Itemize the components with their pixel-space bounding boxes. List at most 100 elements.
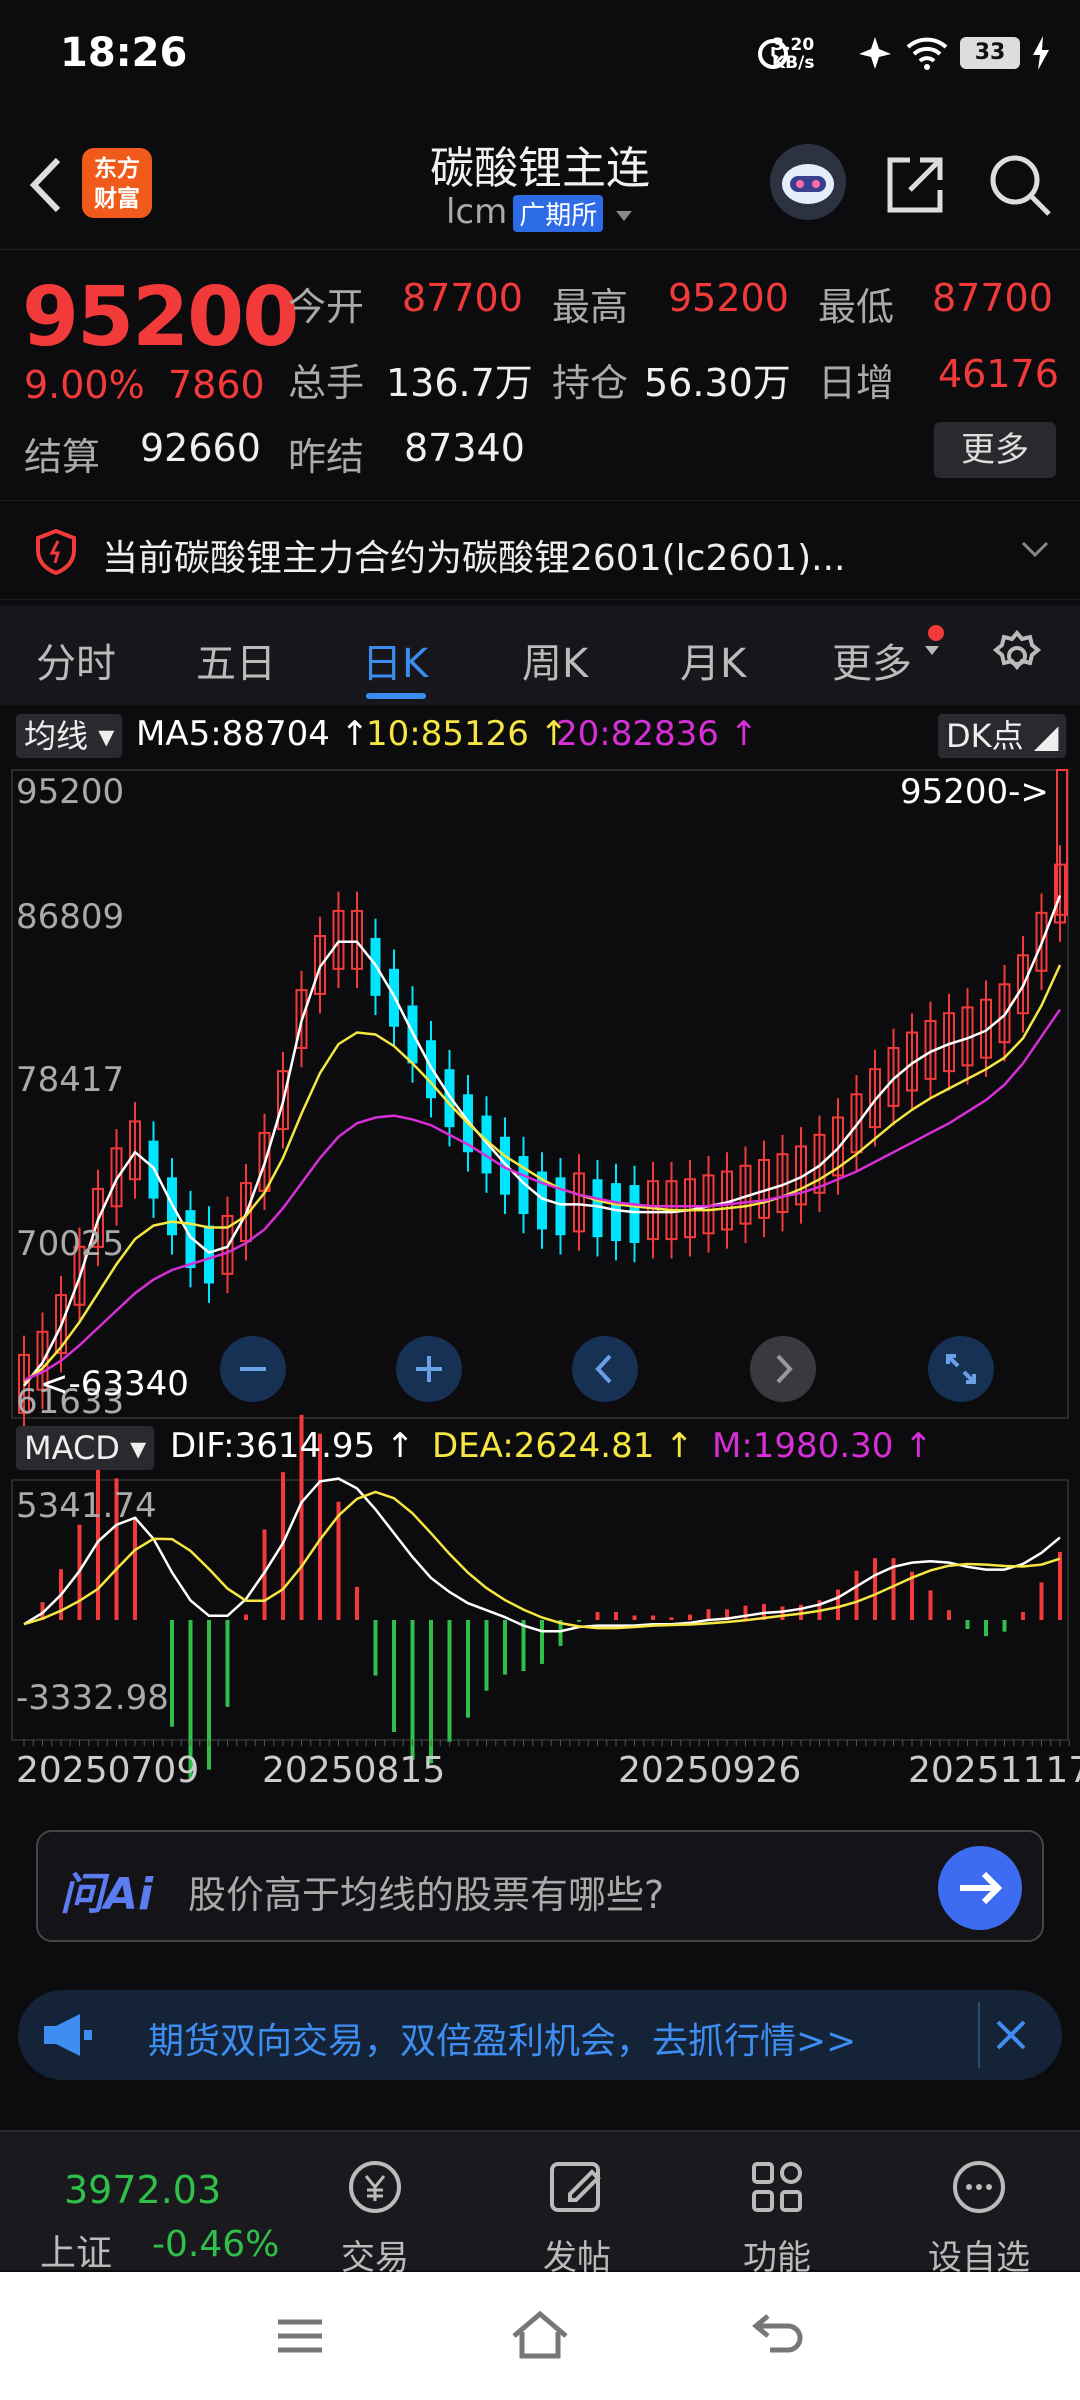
battery-indicator: 33	[960, 37, 1020, 69]
caret-down-icon	[616, 211, 633, 221]
airplane-icon	[859, 37, 891, 69]
kline-chart-area[interactable]: 均线 ▾ MA5:88704 ↑ 10:85126 ↑ 20:82836 ↑ D…	[0, 710, 1080, 1800]
date-label: 20251117	[908, 1750, 1080, 1791]
low-label: 最低	[818, 285, 895, 329]
pan-left-button[interactable]	[572, 1336, 638, 1402]
high-value: 95200	[668, 276, 789, 320]
new-indicator-dot	[928, 625, 944, 641]
prev-settle-label: 昨结	[288, 435, 365, 479]
oi-label: 持仓	[552, 361, 629, 405]
chevron-down-icon	[1021, 541, 1049, 558]
yen-exchange-icon	[349, 2161, 401, 2213]
wifi-icon	[906, 37, 948, 70]
date-label: 20250709	[16, 1750, 200, 1791]
high-label: 最高	[552, 285, 629, 329]
low-value: 87700	[932, 276, 1053, 320]
zoom-in-button[interactable]	[396, 1336, 462, 1402]
ai-logo: 问Ai	[60, 1869, 154, 1920]
last-price: 95200	[22, 270, 299, 365]
price-axis-label: 78417	[16, 1060, 125, 1100]
menu-icon[interactable]	[272, 2312, 328, 2360]
price-axis-label: 86809	[16, 897, 125, 937]
tab-monthly-k[interactable]: 月K	[680, 631, 746, 689]
oi-value: 56.30万	[644, 361, 791, 405]
nav-add-watchlist[interactable]: 设自选	[914, 2138, 1044, 2278]
pan-right-button[interactable]	[750, 1336, 816, 1402]
index-value: 3972.03	[64, 2168, 222, 2212]
index-name: 上证	[40, 2233, 113, 2274]
status-time: 18:26	[60, 30, 188, 76]
dea-label: DEA:2624.81 ↑	[432, 1426, 694, 1466]
tab-five-day[interactable]: 五日	[196, 631, 276, 689]
macd-selector[interactable]: MACD ▾	[16, 1426, 155, 1470]
notice-bar[interactable]: 当前碳酸锂主力合约为碳酸锂2601(lc2601)...	[0, 500, 1080, 600]
status-bar: 18:26 3.20 KB/s 33	[0, 0, 1080, 110]
notice-text: 当前碳酸锂主力合约为碳酸锂2601(lc2601)...	[102, 538, 846, 579]
change-amount: 7860	[168, 363, 265, 407]
candle-body	[629, 1185, 640, 1243]
chevron-right-icon	[776, 1354, 793, 1384]
ai-question-input[interactable]: 问Ai 股价高于均线的股票有哪些?	[36, 1830, 1044, 1942]
volume-value: 136.7万	[386, 361, 533, 405]
price-axis-label: 95200	[16, 772, 125, 812]
edit-icon	[550, 2162, 601, 2212]
macd-min-label: -3332.98	[16, 1678, 169, 1718]
dea-line	[23, 1490, 1061, 1630]
caret-down-icon	[925, 646, 939, 655]
open-value: 87700	[402, 276, 523, 320]
ai-send-button[interactable]	[938, 1846, 1022, 1930]
bottom-nav: 3972.03 上证 -0.46% 交易 发帖 功能 设自选	[0, 2130, 1080, 2278]
symbol-code: lcm	[445, 192, 508, 232]
tab-more[interactable]: 更多	[832, 631, 912, 689]
prev-settle-value: 87340	[404, 426, 525, 470]
grid-icon	[752, 2162, 802, 2212]
dif-line	[23, 1477, 1061, 1633]
chevron-left-icon	[595, 1354, 612, 1384]
more-quote-button[interactable]: 更多	[934, 422, 1056, 478]
search-icon	[990, 155, 1051, 216]
more-circle-icon	[953, 2161, 1005, 2213]
assistant-robot-icon[interactable]	[770, 144, 846, 220]
home-icon[interactable]	[508, 2306, 572, 2362]
settle-label: 结算	[24, 435, 101, 479]
zoom-out-button[interactable]	[220, 1336, 286, 1402]
quote-panel: 95200 9.00% 7860 今开 87700 最高 95200 最低 87…	[0, 250, 1080, 500]
title-bar: 东方 财富 碳酸锂主连 lcm 广期所	[0, 110, 1080, 250]
charging-icon	[1033, 36, 1049, 70]
tab-daily-k[interactable]: 日K	[362, 631, 428, 689]
volume-label: 总手	[288, 361, 365, 405]
nav-post[interactable]: 发帖	[512, 2138, 642, 2278]
ai-prompt-text: 股价高于均线的股票有哪些?	[188, 1873, 665, 1917]
date-label: 20250926	[618, 1750, 802, 1791]
index-change: -0.46%	[152, 2224, 280, 2265]
tab-weekly-k[interactable]: 周K	[522, 631, 588, 689]
nav-functions[interactable]: 功能	[712, 2138, 842, 2278]
search-button[interactable]	[985, 150, 1055, 220]
exchange-badge: 广期所	[513, 195, 604, 232]
nav-trade[interactable]: 交易	[310, 2138, 440, 2278]
close-icon	[996, 2020, 1026, 2050]
promo-text: 期货双向交易，双倍盈利机会，去抓行情>>	[148, 2021, 857, 2062]
gear-icon[interactable]	[990, 629, 1044, 683]
m-label: M:1980.30 ↑	[712, 1426, 933, 1466]
share-icon	[887, 157, 943, 213]
status-icons: 33	[754, 34, 1050, 72]
ma5-line	[23, 895, 1062, 1387]
price-axis-label: 70025	[16, 1224, 125, 1264]
candle-body	[204, 1225, 214, 1284]
fullscreen-button[interactable]	[928, 1336, 994, 1402]
promo-banner[interactable]: 期货双向交易，双倍盈利机会，去抓行情>>	[18, 1990, 1062, 2080]
promo-close-button[interactable]	[978, 2002, 1038, 2068]
minus-icon	[240, 1367, 266, 1371]
index-ticker[interactable]: 3972.03 上证 -0.46%	[20, 2138, 290, 2274]
settle-value: 92660	[140, 426, 261, 470]
plus-icon	[416, 1356, 442, 1382]
daily-inc-value: 46176	[938, 352, 1059, 396]
share-button[interactable]	[880, 150, 950, 220]
megaphone-icon	[44, 2014, 92, 2056]
candle-body	[611, 1183, 621, 1242]
back-nav-icon[interactable]	[748, 2308, 808, 2364]
expand-icon	[946, 1354, 976, 1384]
arrow-right-icon	[960, 1871, 1003, 1905]
tab-intraday[interactable]: 分时	[36, 631, 116, 689]
